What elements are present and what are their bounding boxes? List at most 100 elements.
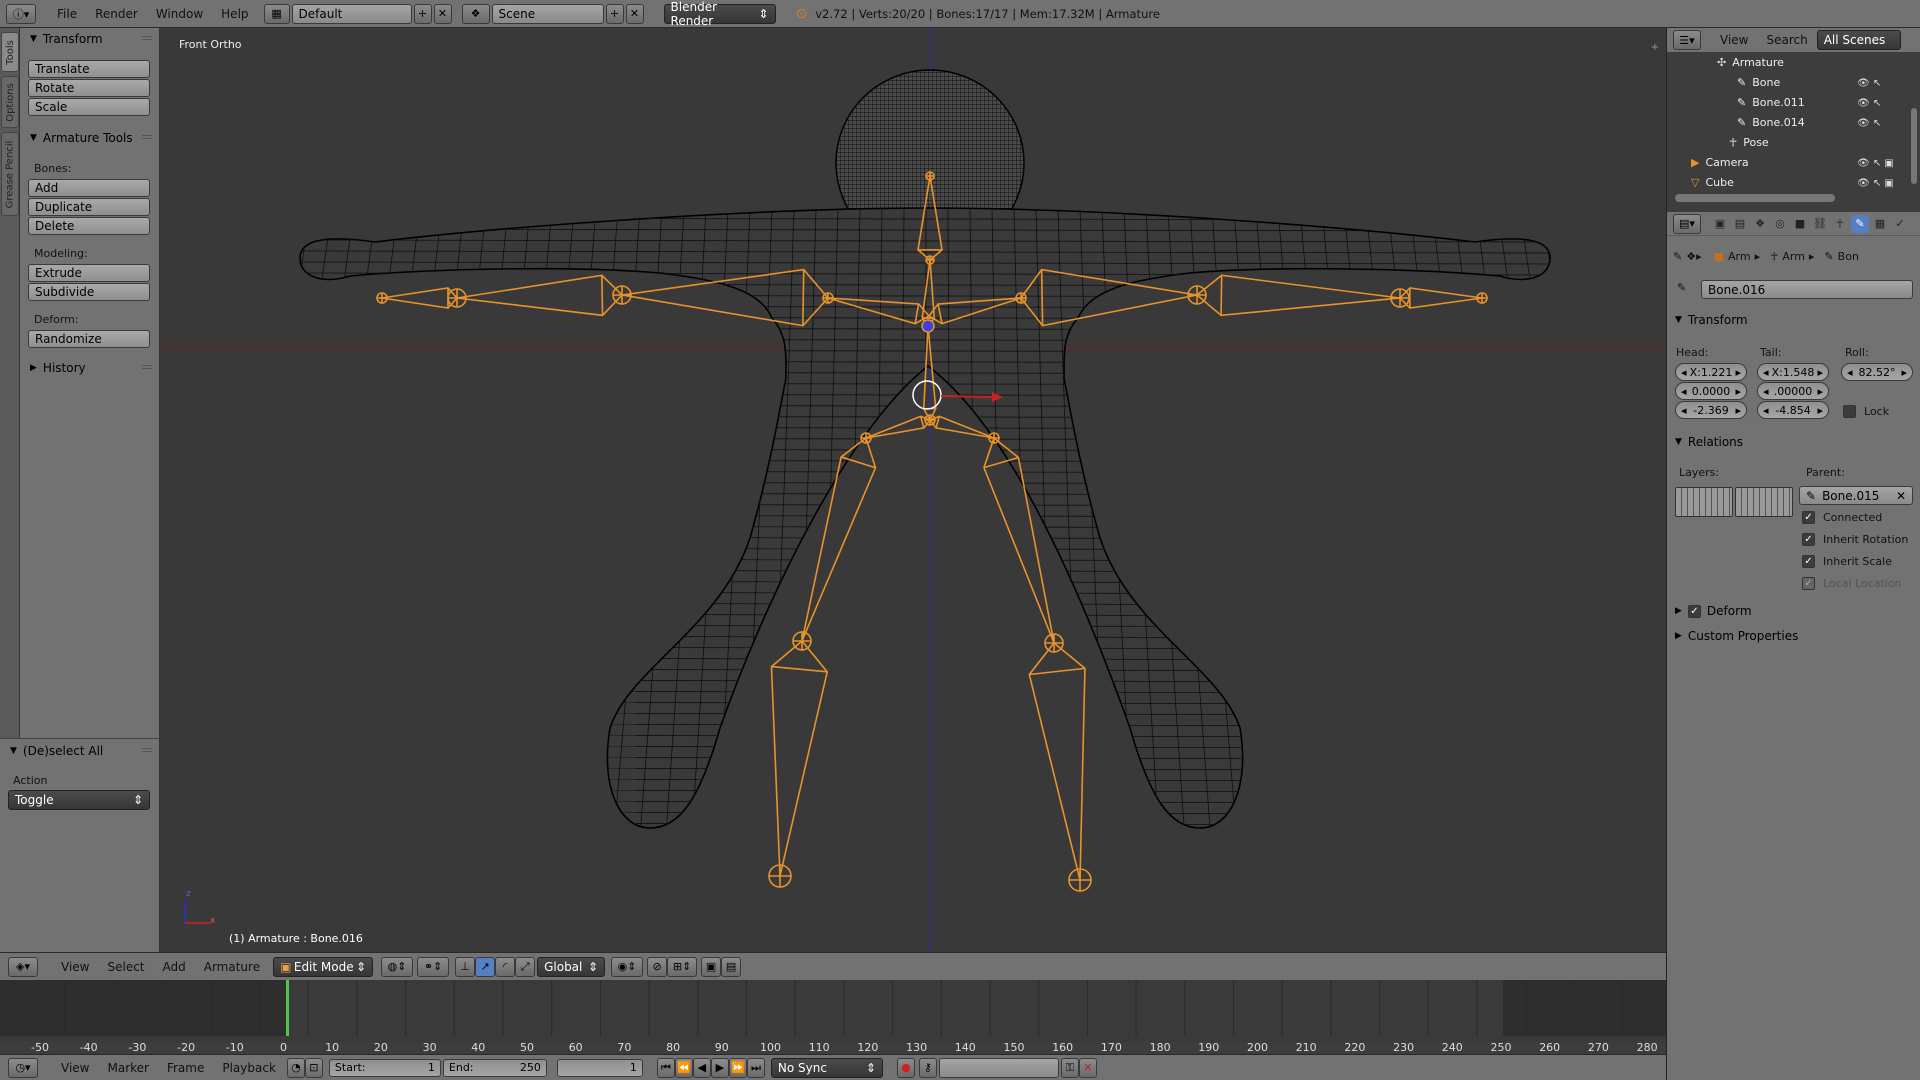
head-z-field[interactable]: ◂ -2.369 ▸ xyxy=(1675,401,1747,419)
tail-x-field[interactable]: ◂ X:1.548 ▸ xyxy=(1757,363,1829,381)
preview-range-toggle[interactable]: ◔ xyxy=(286,1057,305,1078)
play-button[interactable]: ▶ xyxy=(710,1057,729,1078)
tail-z-field[interactable]: ◂ -4.854 ▸ xyxy=(1757,401,1829,419)
render-anim-button[interactable]: ▤ xyxy=(721,956,742,977)
bone-joint[interactable] xyxy=(860,432,872,444)
bone-name-field[interactable]: Bone.016 xyxy=(1701,280,1913,299)
play-reverse-button[interactable]: ◀ xyxy=(692,1057,711,1078)
transform-panel-header[interactable]: ▼ Transform xyxy=(20,29,160,49)
scale-button[interactable]: Scale xyxy=(28,98,150,116)
render-tab-icon[interactable]: ▣ xyxy=(1711,215,1729,233)
randomize-button[interactable]: Randomize xyxy=(28,330,150,348)
display-mode-dropdown[interactable]: All Scenes xyxy=(1816,30,1901,50)
rotate-button[interactable]: Rotate xyxy=(28,79,150,97)
menu-view[interactable]: View xyxy=(1711,33,1757,47)
record-button[interactable]: ● xyxy=(896,1057,915,1078)
layout-selector-button[interactable]: ▦ xyxy=(263,3,290,24)
bone-shape[interactable] xyxy=(1195,274,1401,317)
viewport-corner-plus-icon[interactable]: + xyxy=(1651,42,1659,53)
lock-checkbox[interactable]: Lock xyxy=(1843,405,1889,418)
snap-element-dropdown[interactable]: ⊞⇕ xyxy=(667,956,698,977)
tab-grease-pencil[interactable]: Grease Pencil xyxy=(1,132,19,216)
menu-window[interactable]: Window xyxy=(147,7,212,21)
bone-shape[interactable] xyxy=(1398,287,1483,309)
scene-canvas[interactable] xyxy=(160,28,1666,952)
selected-joint[interactable] xyxy=(921,319,935,333)
menu-armature[interactable]: Armature xyxy=(195,960,269,974)
menu-help[interactable]: Help xyxy=(212,7,257,21)
inherit-scale-checkbox[interactable]: ✓ Inherit Scale xyxy=(1802,555,1892,568)
menu-add[interactable]: Add xyxy=(154,960,195,974)
sync-dropdown[interactable]: No Sync ⇕ xyxy=(770,1057,883,1078)
editor-type-button[interactable]: ☰▾ xyxy=(1673,30,1701,50)
layers-tab-icon[interactable]: ▤ xyxy=(1731,215,1749,233)
subdivide-button[interactable]: Subdivide xyxy=(28,283,150,301)
drag-grip-icon[interactable] xyxy=(142,365,152,371)
menu-playback[interactable]: Playback xyxy=(213,1061,285,1075)
tab-options[interactable]: Options xyxy=(1,76,19,128)
inherit-rotation-checkbox[interactable]: ✓ Inherit Rotation xyxy=(1802,533,1908,546)
timeline-canvas[interactable] xyxy=(0,980,1666,1042)
rotate-manipulator-toggle[interactable]: ◜ xyxy=(495,956,516,977)
roll-field[interactable]: ◂ 82.52° ▸ xyxy=(1841,363,1913,381)
scene-name-field[interactable]: Scene xyxy=(491,3,604,24)
snap-toggle[interactable]: ⊘ xyxy=(647,956,668,977)
bone-joint[interactable] xyxy=(1476,292,1488,304)
timeline[interactable]: -50 -40 -30 -20 -10 0 10 20 30 40 50 60 70 80 90 100 110… xyxy=(0,980,1666,1054)
deselect-all-header[interactable]: ▼ (De)select All xyxy=(0,741,160,761)
eye-icon[interactable]: 👁 ↖ xyxy=(1857,114,1905,134)
bone-shape[interactable] xyxy=(770,639,829,877)
close-icon[interactable]: ✕ xyxy=(1896,489,1906,503)
proportional-edit-dropdown[interactable]: ◉⇕ xyxy=(611,956,644,977)
bone-joint[interactable] xyxy=(1044,633,1064,653)
local-location-checkbox[interactable]: ✓ Local Location xyxy=(1802,577,1902,590)
check-icon[interactable]: ✓ xyxy=(1687,604,1701,618)
outliner-scrollbar[interactable] xyxy=(1675,194,1835,202)
end-frame-field[interactable]: End: 250 xyxy=(442,1058,547,1077)
tab-tools[interactable]: Tools xyxy=(1,32,19,72)
action-dropdown[interactable]: Toggle ⇕ xyxy=(8,790,150,810)
object-tab-icon[interactable]: ■ xyxy=(1791,215,1809,233)
current-frame-marker[interactable] xyxy=(286,980,289,1036)
bone-shape[interactable] xyxy=(456,274,624,317)
bone-joint[interactable] xyxy=(1187,285,1207,305)
eye-icon[interactable]: 👁 ↖ ▣ xyxy=(1857,174,1905,194)
lock-range-toggle[interactable]: ⊡ xyxy=(304,1057,323,1078)
head-x-field[interactable]: ◂ X:1.221 ▸ xyxy=(1675,363,1747,381)
bone-joint[interactable] xyxy=(1068,868,1092,892)
bone-joint[interactable] xyxy=(822,292,834,304)
menu-select[interactable]: Select xyxy=(98,960,153,974)
insert-keyframe-button[interactable]: ⚿ xyxy=(1060,1057,1079,1078)
menu-frame[interactable]: Frame xyxy=(158,1061,213,1075)
bone-shape[interactable] xyxy=(381,287,459,309)
texture-tab-icon[interactable]: ▦ xyxy=(1871,215,1889,233)
bone-joint[interactable] xyxy=(1390,288,1410,308)
add-bone-button[interactable]: Add xyxy=(28,179,150,197)
bone-constraint-tab-icon[interactable]: ✓ xyxy=(1891,215,1909,233)
editor-type-button[interactable]: ◈▾ xyxy=(8,956,38,977)
bone-joint[interactable] xyxy=(925,255,935,265)
menu-render[interactable]: Render xyxy=(86,7,147,21)
history-panel-header[interactable]: ▶ History xyxy=(20,358,160,378)
mode-dropdown[interactable]: ▣ Edit Mode ⇕ xyxy=(273,956,374,977)
add-layout-button[interactable]: + xyxy=(413,3,432,24)
menu-file[interactable]: File xyxy=(48,7,86,21)
drag-grip-icon[interactable] xyxy=(142,748,152,754)
bone-joint[interactable] xyxy=(792,631,812,651)
bone-shape[interactable] xyxy=(1028,641,1086,881)
add-scene-button[interactable]: + xyxy=(605,3,624,24)
armature-tools-panel-header[interactable]: ▼ Armature Tools xyxy=(20,128,160,148)
world-tab-icon[interactable]: ◎ xyxy=(1771,215,1789,233)
deform-panel-header[interactable]: ▶ ✓ Deform xyxy=(1675,604,1752,618)
editor-type-button[interactable]: ◷▾ xyxy=(8,1057,38,1078)
outliner-row-armature[interactable]: ✣ Armature xyxy=(1717,52,1920,72)
constraints-tab-icon[interactable]: ⛓ xyxy=(1811,215,1829,233)
outliner-visibility-icons[interactable]: 👁 ↖ 👁 ↖ 👁 ↖ 👁 ↖ ▣ 👁 ↖ ▣ xyxy=(1857,74,1905,214)
pivot-dropdown[interactable]: ⚭⇕ xyxy=(417,956,450,977)
scene-tab-icon[interactable]: ❖ xyxy=(1751,215,1769,233)
start-frame-field[interactable]: Start: 1 xyxy=(328,1058,441,1077)
armature-data-tab-icon[interactable]: ☥ xyxy=(1831,215,1849,233)
eye-icon[interactable]: 👁 ↖ xyxy=(1857,94,1905,114)
render-button[interactable]: ▣ xyxy=(701,956,722,977)
bone-joint[interactable] xyxy=(1015,292,1027,304)
